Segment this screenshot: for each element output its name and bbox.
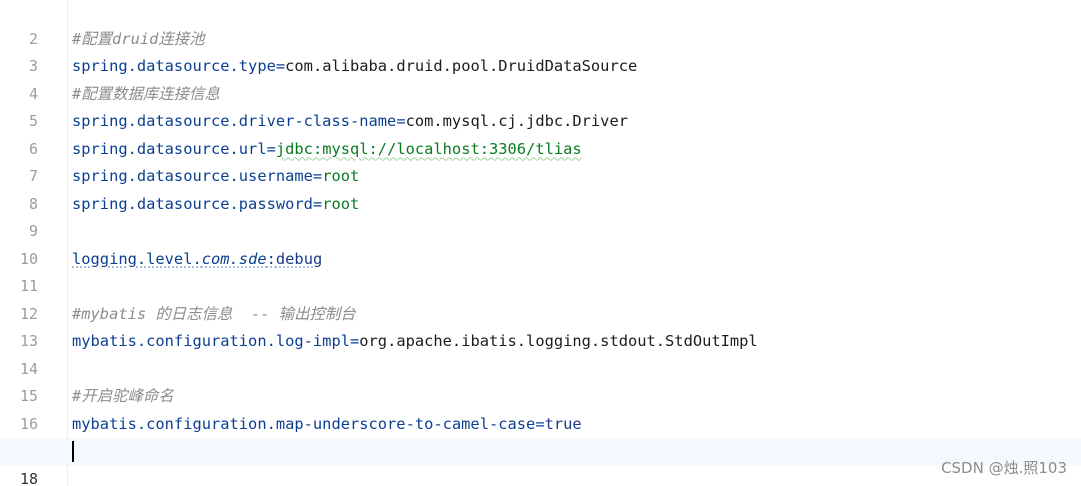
property-value: org.apache.ibatis.logging.stdout.StdOutI…	[359, 332, 758, 350]
property-line: mybatis.configuration.map-underscore-to-…	[72, 411, 582, 439]
property-value: true	[544, 414, 582, 433]
property-separator: =	[535, 414, 545, 433]
editor-line[interactable]: 17 mybatis.configuration.map-underscore-…	[0, 411, 1081, 461]
property-separator: =	[266, 139, 276, 158]
property-line: spring.datasource.driver-class-name=com.…	[72, 108, 628, 136]
property-separator: :	[266, 249, 276, 268]
property-value-url[interactable]: jdbc:mysql://localhost:3306/tlias	[276, 140, 582, 158]
editor-line[interactable]: 14 mybatis.configuration.log-impl=org.ap…	[0, 328, 1081, 378]
property-key: spring.datasource.url	[72, 139, 267, 158]
editor-line[interactable]: 6 spring.datasource.driver-class-name=co…	[0, 108, 1081, 158]
editor-line-current[interactable]: 18	[0, 438, 1081, 486]
comment-text: #mybatis 的日志信息 -- 输出控制台	[72, 304, 356, 323]
property-line: spring.datasource.username=root	[72, 163, 359, 191]
property-line: spring.datasource.type=com.alibaba.druid…	[72, 53, 637, 81]
editor-line[interactable]: 12	[0, 273, 1081, 323]
property-key: spring.datasource.password	[72, 194, 313, 213]
property-line: logging.level.com.sde:debug	[72, 246, 322, 274]
editor-line[interactable]: 3 #配置druid连接池	[0, 26, 1081, 76]
editor-line[interactable]: 10	[0, 218, 1081, 268]
comment-text: #开启驼峰命名	[72, 387, 174, 405]
code-editor[interactable]: 2 3 #配置druid连接池 4 spring.datasource.type…	[0, 0, 1081, 486]
property-value: com.mysql.cj.jdbc.Driver	[405, 112, 628, 130]
editor-line[interactable]: 5 #配置数据库连接信息	[0, 81, 1081, 131]
watermark: CSDN @烛.照103	[941, 459, 1067, 477]
property-key-package: com.sde	[201, 249, 267, 268]
property-value: com.alibaba.druid.pool.DruidDataSource	[285, 57, 638, 75]
property-value: debug	[275, 249, 323, 268]
property-key: spring.datasource.type	[72, 57, 276, 75]
property-separator: =	[275, 57, 286, 75]
property-key: spring.datasource.username	[72, 167, 313, 185]
editor-line[interactable]: 15	[0, 356, 1081, 405]
comment-text: #配置数据库连接信息	[72, 84, 220, 103]
property-separator: =	[312, 167, 323, 185]
editor-line[interactable]: 4 spring.datasource.type=com.alibaba.dru…	[0, 53, 1081, 103]
text-cursor	[72, 441, 74, 462]
property-key: spring.datasource.driver-class-name	[72, 112, 397, 130]
property-value: root	[322, 167, 360, 185]
editor-line[interactable]: 8 spring.datasource.username=root	[0, 163, 1081, 213]
property-line: mybatis.configuration.log-impl=org.apach…	[72, 328, 758, 356]
line-number: 18	[19, 469, 38, 486]
property-key: logging.level.	[72, 249, 202, 268]
editor-line[interactable]: 13 #mybatis 的日志信息 -- 输出控制台	[0, 301, 1081, 351]
editor-line[interactable]: 7 spring.datasource.url=jdbc:mysql://loc…	[0, 136, 1081, 186]
property-separator: =	[349, 332, 360, 350]
editor-line[interactable]: 2	[0, 0, 1081, 48]
property-key: mybatis.configuration.log-impl	[72, 332, 350, 350]
property-line: spring.datasource.password=root	[72, 191, 359, 219]
editor-line[interactable]: 11 logging.level.com.sde:debug	[0, 246, 1081, 296]
property-line: spring.datasource.url=jdbc:mysql://local…	[72, 136, 582, 164]
editor-line[interactable]: 9 spring.datasource.password=root	[0, 191, 1081, 241]
editor-line[interactable]: 16 #开启驼峰命名	[0, 383, 1081, 433]
comment-text: #配置druid连接池	[72, 29, 205, 48]
property-separator: =	[396, 112, 406, 130]
property-value: root	[322, 194, 360, 213]
property-key: mybatis.configuration.map-underscore-to-…	[72, 414, 536, 433]
property-separator: =	[312, 194, 323, 213]
